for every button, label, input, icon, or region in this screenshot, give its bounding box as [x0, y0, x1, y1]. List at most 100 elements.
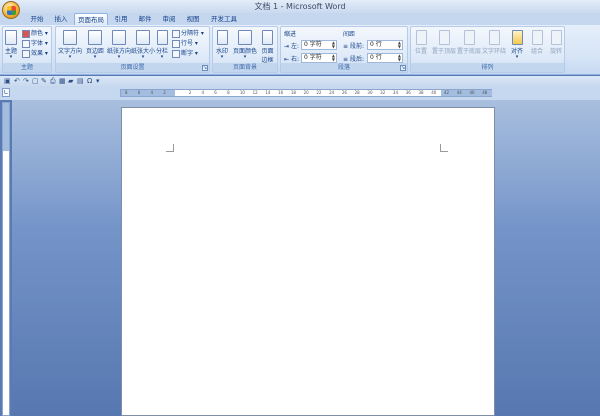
paragraph-launcher-icon[interactable]: ↘ — [400, 65, 406, 71]
ruler-tick-label: 12 — [252, 90, 258, 95]
bring-front-icon — [438, 30, 450, 45]
text-wrap-button[interactable]: 文字环绕 — [482, 28, 506, 64]
window-title: 文档 1 - Microsoft Word — [254, 2, 346, 11]
office-logo-icon — [7, 6, 16, 15]
theme-effects-button[interactable]: 效果 ▾ — [22, 49, 48, 59]
text-direction-button[interactable]: 文字方向 ▾ — [57, 28, 83, 64]
indent-label: 缩进 — [284, 31, 297, 38]
title-bar: 文档 1 - Microsoft Word — [0, 0, 600, 13]
print-preview-icon[interactable]: ⎙ — [50, 77, 56, 85]
text-direction-icon — [63, 30, 77, 45]
tab-references[interactable]: 引用 — [110, 13, 132, 25]
hyphenation-button[interactable]: 断字 ▾ — [172, 49, 198, 59]
print-icon[interactable]: ▤ — [77, 77, 84, 85]
paragraph-group: 缩进 ⇥ 左: 0 字符 ▲ ▼ ⇤ 右: 0 字符 ▲ ▼ 间距 ≡ 段前: 0 行 ▲… — [280, 26, 408, 73]
watermark-button[interactable]: 水印 ▾ — [213, 28, 231, 64]
page-setup-group: 文字方向 ▾ 页边距 ▾ 纸张方向 ▾ 纸张大小 ▾ 分栏 ▾ 分隔符 ▾ 行号 ▾ 断字… — [55, 26, 210, 73]
tab-insert[interactable]: 插入 — [50, 13, 72, 25]
ruler-tick-label: 8 — [227, 90, 230, 95]
theme-group: 主题 ▾ 颜色 ▾ 字体 ▾ 效果 ▾ 主题 — [2, 26, 52, 73]
spinner-arrows-icon[interactable]: ▲ ▼ — [332, 41, 335, 49]
save-icon[interactable]: ▣ — [4, 77, 11, 85]
document-page[interactable] — [121, 107, 495, 416]
page-borders-button[interactable]: 页面 边框 — [258, 28, 277, 64]
tab-review[interactable]: 审阅 — [158, 13, 180, 25]
page-background-group-label: 页面背景 — [213, 63, 277, 72]
spacing-label: 间距 — [343, 31, 356, 38]
chevron-down-icon: ▾ — [220, 54, 224, 60]
office-button[interactable] — [2, 1, 20, 19]
symbol-icon[interactable]: Ω — [87, 77, 92, 85]
fonts-icon — [22, 39, 30, 48]
group-button[interactable]: 组合 — [528, 28, 546, 64]
ruler-tick-label: 24 — [329, 90, 335, 95]
tab-mailings[interactable]: 邮件 — [134, 13, 156, 25]
align-button[interactable]: 对齐 ▾ — [507, 28, 527, 64]
send-back-button[interactable]: 置于底层 — [457, 28, 481, 64]
ruler-tick-label: 32 — [380, 90, 386, 95]
quick-access-toolbar: ▣ ↶ ↷ ▢ ✎ ⎙ ▦ ▰ ▤ Ω ▾ — [0, 76, 600, 86]
tab-selector-button[interactable]: ∟ — [2, 88, 10, 97]
ruler-tick-label: 18 — [290, 90, 296, 95]
hyphenation-icon — [172, 49, 180, 58]
theme-group-label: 主题 — [3, 63, 51, 72]
open-icon[interactable]: ▰ — [68, 77, 73, 85]
top-margin-area — [3, 103, 9, 151]
ruler-tick-label: 22 — [316, 90, 322, 95]
page-background-group: 水印 ▾ 页面颜色 ▾ 页面 边框 页面背景 — [212, 26, 278, 73]
margins-button[interactable]: 页边距 ▾ — [82, 28, 108, 64]
crop-mark-top-left — [166, 144, 174, 152]
page-color-icon — [238, 30, 252, 45]
ruler-tick-label: 48 — [482, 90, 488, 95]
ruler-tick-label: 44 — [456, 90, 462, 95]
insert-table-icon[interactable]: ▦ — [59, 77, 66, 85]
ruler-tick-label: 26 — [341, 90, 347, 95]
page-setup-launcher-icon[interactable]: ↘ — [202, 65, 208, 71]
ruler-tick-label: 36 — [405, 90, 411, 95]
line-numbers-button[interactable]: 行号 ▾ — [172, 39, 198, 49]
horizontal-ruler[interactable]: 8 6 4 2 2 4 6 8 10 12 14 16 18 20 22 24 26 28 30 32 34 36 38 40… — [120, 89, 492, 97]
indent-right-input[interactable]: 0 字符 ▲ ▼ — [301, 53, 337, 63]
columns-icon — [156, 30, 168, 45]
rotate-icon — [550, 30, 562, 45]
spinner-arrows-icon[interactable]: ▲ ▼ — [398, 41, 401, 49]
group-icon — [531, 30, 543, 45]
position-button[interactable]: 位置 — [411, 28, 431, 64]
new-document-icon[interactable]: ▢ — [32, 77, 39, 85]
columns-button[interactable]: 分栏 ▾ — [153, 28, 171, 64]
spinner-arrows-icon[interactable]: ▲ ▼ — [398, 54, 401, 62]
rotate-button[interactable]: 旋转 — [547, 28, 565, 64]
orientation-button[interactable]: 纸张方向 ▾ — [106, 28, 132, 64]
position-icon — [415, 30, 427, 45]
spacing-before-input[interactable]: 0 行 ▲ ▼ — [367, 40, 403, 50]
bring-front-button[interactable]: 置于顶层 — [432, 28, 456, 64]
spinner-arrows-icon[interactable]: ▲ ▼ — [332, 54, 335, 62]
tab-home[interactable]: 开始 — [26, 13, 48, 25]
theme-colors-button[interactable]: 颜色 ▾ — [22, 29, 48, 39]
indent-left-input[interactable]: 0 字符 ▲ ▼ — [301, 40, 337, 50]
ruler-tick-label: 14 — [265, 90, 271, 95]
ruler-tick-label: 2 — [163, 90, 166, 95]
ruler-tick-label: 10 — [239, 90, 245, 95]
send-back-icon — [463, 30, 475, 45]
themes-button[interactable]: 主题 ▾ — [3, 28, 19, 64]
paragraph-group-label: 段落 — [281, 63, 407, 72]
ruler-tick-label: 4 — [201, 90, 205, 95]
tab-view[interactable]: 视图 — [182, 13, 204, 25]
format-painter-icon[interactable]: ✎ — [41, 77, 47, 85]
theme-fonts-button[interactable]: 字体 ▾ — [22, 39, 48, 49]
customize-toolbar-icon[interactable]: ▾ — [96, 77, 100, 85]
colors-icon — [22, 29, 30, 38]
tab-page-layout[interactable]: 页面布局 — [74, 13, 108, 25]
spacing-after-input[interactable]: 0 行 ▲ ▼ — [367, 53, 403, 63]
tab-developer[interactable]: 开发工具 — [206, 13, 242, 25]
line-numbers-icon — [172, 39, 180, 48]
undo-icon[interactable]: ↶ — [14, 77, 20, 85]
breaks-button[interactable]: 分隔符 ▾ — [172, 29, 204, 39]
ruler-tick-label: 6 — [137, 90, 141, 95]
page-color-button[interactable]: 页面颜色 ▾ — [232, 28, 258, 64]
redo-icon[interactable]: ↷ — [23, 77, 29, 85]
chevron-down-icon: ▾ — [93, 54, 97, 60]
vertical-ruler[interactable] — [2, 102, 10, 416]
ruler-tick-label: 30 — [367, 90, 373, 95]
